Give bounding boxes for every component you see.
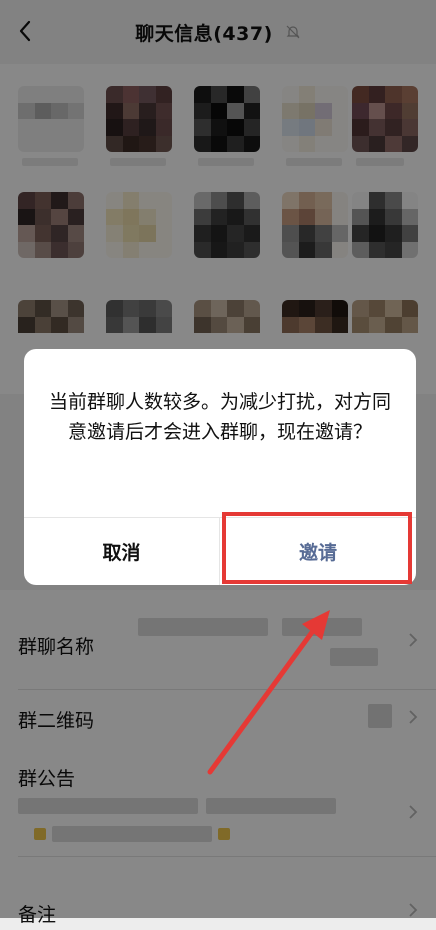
cancel-button[interactable]: 取消 (24, 518, 219, 585)
annotation-highlight-box (222, 512, 412, 584)
dialog-message: 当前群聊人数较多。为减少打扰，对方同意邀请后才会进入群聊，现在邀请？ (48, 391, 391, 443)
